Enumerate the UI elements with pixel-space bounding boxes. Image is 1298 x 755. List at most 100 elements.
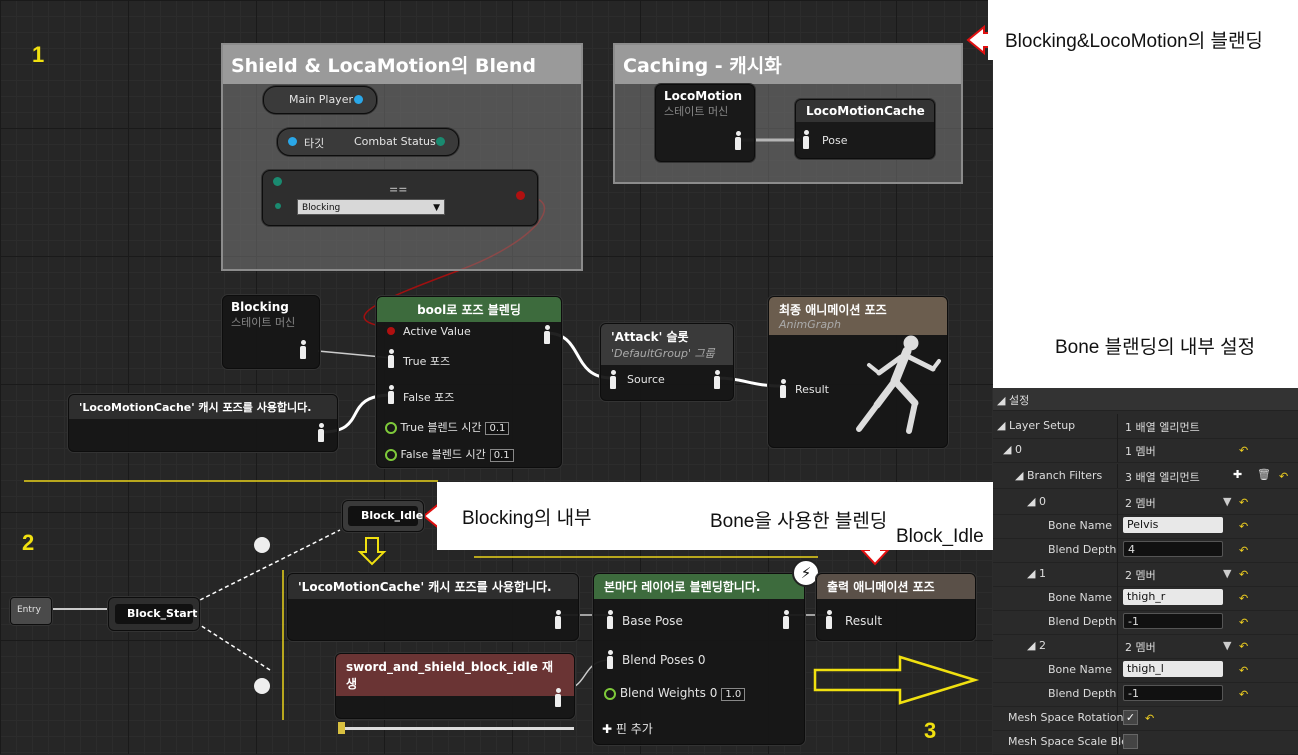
bool-out-pin[interactable] xyxy=(516,191,525,200)
enum-select[interactable]: Blocking ▼ xyxy=(297,199,445,215)
play-anim-node[interactable]: sword_and_shield_block_idle 재생 xyxy=(335,653,575,719)
blend-depth-input[interactable]: 4 xyxy=(1123,541,1223,557)
pose-pin-icon[interactable] xyxy=(606,610,614,630)
panel-row[interactable]: ◢ Branch Filters 3 배열 엘리먼트 ✚ 🗑 ↶ xyxy=(993,464,1298,489)
float-pin[interactable] xyxy=(385,422,397,434)
target-pin[interactable] xyxy=(288,137,297,146)
main-player-node[interactable]: Main Player xyxy=(263,86,377,114)
final-pose-node[interactable]: 최종 애니메이션 포즈 AnimGraph Result xyxy=(768,296,948,448)
layered-blend-node[interactable]: 본마다 레이어로 블렌딩합니다. Base Pose Blend Poses 0… xyxy=(593,573,805,745)
pose-pin-icon[interactable] xyxy=(825,610,833,630)
panel-row[interactable]: ◢ 0 2 멤버 ▼ ↶ xyxy=(993,490,1298,515)
mesh-space-scale-checkbox[interactable] xyxy=(1123,734,1138,749)
false-pose-label: False 포즈 xyxy=(403,391,455,404)
chevron-down-icon[interactable]: ▼ xyxy=(1223,567,1231,580)
panel-row[interactable]: Blend Depth 4 ↶ xyxy=(993,538,1298,563)
add-pin-button[interactable]: ✚ 핀 추가 xyxy=(602,720,653,737)
anim-progress-handle[interactable] xyxy=(338,722,345,734)
reset-icon[interactable]: ↶ xyxy=(1239,688,1248,701)
pose-pin-icon[interactable] xyxy=(609,370,617,390)
mesh-space-rotation-checkbox[interactable]: ✓ xyxy=(1123,710,1138,725)
pose-out-pin-icon[interactable] xyxy=(543,325,551,345)
panel-row[interactable]: Blend Depth -1 ↶ xyxy=(993,682,1298,707)
entry-node[interactable]: Entry xyxy=(10,597,52,625)
comment-shield-blend[interactable]: Shield & LocaMotion의 Blend xyxy=(221,43,583,271)
pose-pin-icon[interactable] xyxy=(387,385,395,405)
panel-row[interactable]: ◢ Layer Setup 1 배열 엘리먼트 xyxy=(993,414,1298,439)
row-label: 0 xyxy=(1014,443,1022,456)
locomotion-cache-node[interactable]: LocoMotionCache Pose xyxy=(795,99,935,159)
panel-header[interactable]: ◢ 설정 xyxy=(993,388,1298,411)
add-element-icon[interactable]: ✚ xyxy=(1233,468,1242,481)
blocking-node[interactable]: Blocking 스테이트 머신 xyxy=(222,295,320,369)
panel-row[interactable]: Blend Depth -1 ↶ xyxy=(993,610,1298,635)
collapse-arrow-icon: ◢ xyxy=(1003,443,1012,456)
equals-node[interactable]: == Blocking ▼ xyxy=(262,170,538,226)
output-pose-node[interactable]: 출력 애니메이션 포즈 Result xyxy=(816,573,976,641)
panel-row[interactable]: Bone Name thigh_r ↶ xyxy=(993,586,1298,611)
use-cache-node-top[interactable]: 'LocoMotionCache' 캐시 포즈를 사용합니다. xyxy=(68,394,338,452)
transition-rule-icon[interactable] xyxy=(254,678,270,694)
object-pin[interactable] xyxy=(354,95,363,104)
locomotion-node[interactable]: LocoMotion 스테이트 머신 xyxy=(655,84,755,162)
panel-row[interactable]: ◢ 2 2 멤버 ▼ ↶ xyxy=(993,634,1298,659)
block-idle-state[interactable]: Block_Idle xyxy=(342,500,424,532)
panel-row[interactable]: ◢ 0 1 멤버 ↶ xyxy=(993,438,1298,463)
panel-row[interactable]: Bone Name thigh_l ↶ xyxy=(993,658,1298,683)
use-cache-node-bottom[interactable]: 'LocoMotionCache' 캐시 포즈를 사용합니다. xyxy=(287,573,579,641)
block-start-state[interactable]: Block_Start xyxy=(108,597,200,631)
enum-out-pin[interactable] xyxy=(436,137,445,146)
float-pin[interactable] xyxy=(385,449,397,461)
blend-depth-input[interactable]: -1 xyxy=(1123,685,1223,701)
reset-icon[interactable]: ↶ xyxy=(1239,444,1248,457)
float-pin[interactable] xyxy=(604,687,616,700)
combat-status-node[interactable]: 타깃 Combat Status xyxy=(277,128,459,156)
reset-icon[interactable]: ↶ xyxy=(1279,470,1288,483)
reset-icon[interactable]: ↶ xyxy=(1239,568,1248,581)
reset-icon[interactable]: ↶ xyxy=(1239,496,1248,509)
blend-weights-value[interactable]: 1.0 xyxy=(721,688,746,701)
pose-pin-icon[interactable] xyxy=(779,379,787,399)
false-time-value[interactable]: 0.1 xyxy=(489,449,514,462)
pose-out-pin-icon[interactable] xyxy=(317,423,325,443)
bone-name-input[interactable]: thigh_r xyxy=(1123,589,1223,605)
panel-row[interactable]: Bone Name Pelvis ↶ xyxy=(993,514,1298,539)
add-pin-label: 핀 추가 xyxy=(615,722,653,736)
enum-in-pin-2[interactable] xyxy=(275,203,281,209)
yellow-right-arrow xyxy=(813,655,980,705)
pose-pin-icon[interactable] xyxy=(299,340,307,360)
row-label: Branch Filters xyxy=(1026,469,1103,482)
bone-name-input[interactable]: thigh_l xyxy=(1123,661,1223,677)
blend-depth-input[interactable]: -1 xyxy=(1123,613,1223,629)
pose-pin-icon[interactable] xyxy=(734,131,742,151)
trash-icon[interactable]: 🗑 xyxy=(1257,468,1271,481)
true-time-value[interactable]: 0.1 xyxy=(485,422,510,435)
pose-out-pin-icon[interactable] xyxy=(782,610,790,630)
anim-progress-bar[interactable] xyxy=(338,727,574,730)
chevron-down-icon[interactable]: ▼ xyxy=(1223,639,1231,652)
bone-name-input[interactable]: Pelvis xyxy=(1123,517,1223,533)
pose-out-pin-icon[interactable] xyxy=(554,610,562,630)
pose-out-pin-icon[interactable] xyxy=(554,688,562,708)
reset-icon[interactable]: ↶ xyxy=(1239,520,1248,533)
reset-icon[interactable]: ↶ xyxy=(1239,616,1248,629)
panel-row[interactable]: Mesh Space Scale Ble xyxy=(993,730,1298,755)
chevron-down-icon[interactable]: ▼ xyxy=(1223,495,1231,508)
panel-row[interactable]: ◢ 1 2 멤버 ▼ ↶ xyxy=(993,562,1298,587)
pose-out-pin-icon[interactable] xyxy=(713,370,721,390)
active-value-pin[interactable] xyxy=(387,327,395,335)
pose-pin-icon[interactable] xyxy=(606,650,614,670)
row-value: 2 멤버 xyxy=(1125,569,1156,582)
reset-icon[interactable]: ↶ xyxy=(1239,592,1248,605)
reset-icon[interactable]: ↶ xyxy=(1239,640,1248,653)
reset-icon[interactable]: ↶ xyxy=(1239,664,1248,677)
pose-pin-icon[interactable] xyxy=(387,349,395,369)
bool-blend-node[interactable]: bool로 포즈 블렌딩 Active Value True 포즈 False … xyxy=(376,296,562,468)
reset-icon[interactable]: ↶ xyxy=(1145,712,1154,725)
transition-rule-icon[interactable] xyxy=(254,537,270,553)
reset-icon[interactable]: ↶ xyxy=(1239,544,1248,557)
pose-pin-icon[interactable] xyxy=(802,130,810,150)
panel-row[interactable]: Mesh Space Rotation ✓ ↶ xyxy=(993,706,1298,731)
attack-slot-node[interactable]: 'Attack' 슬롯 'DefaultGroup' 그룹 Source xyxy=(600,323,734,401)
enum-in-pin[interactable] xyxy=(273,177,282,186)
